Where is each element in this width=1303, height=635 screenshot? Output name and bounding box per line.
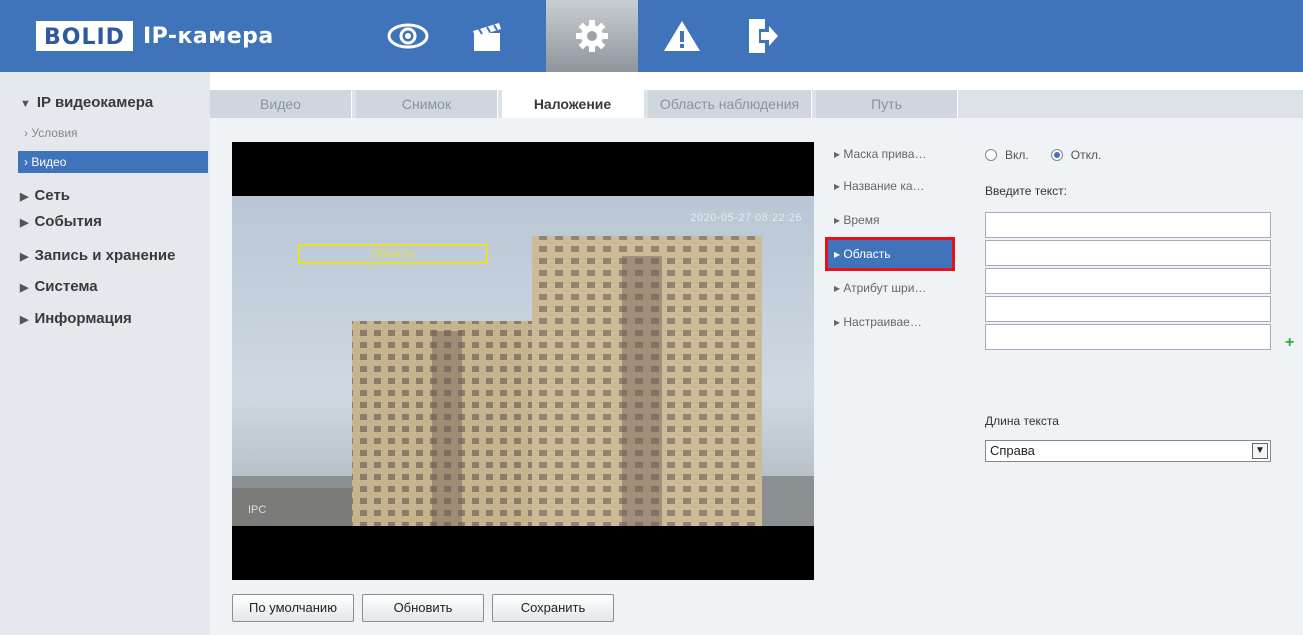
- sidebar-item-events[interactable]: ▶ События: [0, 210, 210, 234]
- sidebar-item-label: Система: [34, 278, 98, 295]
- osd-region-box[interactable]: Область: [298, 244, 488, 264]
- live-view-nav-button[interactable]: [378, 10, 438, 62]
- submenu-label: Настраивае…: [843, 315, 922, 329]
- alarm-icon: [664, 21, 700, 51]
- main-area: Видео Снимок Наложение Область наблюдени…: [210, 72, 1303, 635]
- sidebar-item-label: События: [34, 213, 102, 230]
- expanded-triangle-icon: ▼: [20, 98, 31, 110]
- osd-timestamp: 2020-05-27 08:22:26: [690, 212, 802, 224]
- radio-on[interactable]: [985, 149, 997, 161]
- sidebar-subitem-conditions[interactable]: › Условия: [18, 122, 208, 144]
- sidebar-item-network[interactable]: ▶ Сеть: [0, 184, 210, 208]
- save-button[interactable]: Сохранить: [492, 594, 614, 622]
- chevron-down-icon[interactable]: ▼: [1252, 443, 1268, 459]
- sidebar-subitem-video[interactable]: › Видео: [18, 151, 208, 173]
- logo-brand: BOLID: [36, 21, 133, 51]
- submenu-time[interactable]: ▸ Время: [828, 206, 952, 234]
- video-preview: 2020-05-27 08:22:26 Область IPC: [232, 142, 814, 580]
- collapsed-triangle-icon: ▶: [20, 251, 29, 263]
- radio-off-label: Откл.: [1070, 148, 1102, 162]
- region-settings-panel: Вкл. Откл. Введите текст: + Длина текста…: [955, 118, 1303, 635]
- tab-snapshot[interactable]: Снимок: [356, 90, 498, 118]
- content-panel: 2020-05-27 08:22:26 Область IPC ▸ Маска …: [210, 118, 1303, 635]
- logo: BOLID IP-камера: [36, 20, 274, 52]
- eye-icon: [387, 23, 429, 49]
- radio-on-label: Вкл.: [1005, 148, 1029, 162]
- sidebar-item-label: Сеть: [34, 187, 71, 204]
- submenu-font-attribute[interactable]: ▸ Атрибут шри…: [828, 274, 952, 302]
- text-line-2-input[interactable]: [985, 240, 1271, 266]
- tab-bar: Видео Снимок Наложение Область наблюдени…: [210, 90, 1303, 118]
- submenu-camera-name[interactable]: ▸ Название ка…: [828, 172, 952, 200]
- logout-nav-button[interactable]: [732, 10, 792, 62]
- enter-text-label: Введите текст:: [985, 184, 1067, 198]
- submenu-label: Атрибут шри…: [843, 281, 927, 295]
- collapsed-triangle-icon: ▶: [20, 314, 29, 326]
- camera-scene: 2020-05-27 08:22:26 Область IPC: [232, 196, 814, 526]
- text-line-1-input[interactable]: [985, 212, 1271, 238]
- sidebar-subitem-label: Видео: [31, 155, 67, 169]
- sidebar: ▼ IP видеокамера › Условия › Видео ▶ Сеть …: [0, 72, 210, 635]
- submenu-label: Маска прива…: [843, 147, 927, 161]
- logout-icon: [749, 19, 778, 53]
- playback-nav-button[interactable]: [458, 10, 518, 62]
- collapsed-triangle-icon: ▶: [20, 217, 29, 229]
- sidebar-item-label: Информация: [34, 310, 132, 327]
- add-line-icon[interactable]: +: [1285, 334, 1294, 352]
- tab-path[interactable]: Путь: [816, 90, 958, 118]
- text-line-4-input[interactable]: [985, 296, 1271, 322]
- alarm-nav-button[interactable]: [652, 10, 712, 62]
- submenu-label: Область: [843, 247, 891, 261]
- alignment-select-value: Справа: [990, 443, 1035, 458]
- sidebar-subitem-label: Условия: [31, 126, 78, 140]
- alignment-select[interactable]: Справа ▼: [985, 440, 1271, 462]
- chevron-right-icon: ›: [24, 155, 28, 169]
- sidebar-item-label: IP видеокамера: [36, 94, 154, 111]
- settings-nav-button[interactable]: [546, 0, 638, 72]
- collapsed-triangle-icon: ▶: [20, 191, 29, 203]
- sidebar-item-storage[interactable]: ▶ Запись и хранение: [0, 244, 210, 268]
- tab-overlay[interactable]: Наложение: [502, 90, 644, 118]
- top-header: BOLID IP-камера: [0, 0, 1303, 72]
- submenu-custom[interactable]: ▸ Настраивае…: [828, 308, 952, 336]
- submenu-privacy-mask[interactable]: ▸ Маска прива…: [828, 140, 952, 168]
- sidebar-item-label: Запись и хранение: [34, 247, 176, 264]
- radio-off[interactable]: [1050, 149, 1063, 161]
- default-button[interactable]: По умолчанию: [232, 594, 354, 622]
- submenu-label: Время: [843, 213, 880, 227]
- refresh-button[interactable]: Обновить: [362, 594, 484, 622]
- submenu-label: Название ка…: [843, 179, 925, 193]
- clapperboard-icon: [473, 23, 501, 51]
- sidebar-item-system[interactable]: ▶ Система: [0, 275, 210, 299]
- gear-icon: [576, 20, 608, 52]
- tab-surveillance-area[interactable]: Область наблюдения: [648, 90, 812, 118]
- logo-text: IP-камера: [142, 23, 274, 49]
- collapsed-triangle-icon: ▶: [20, 282, 29, 294]
- text-length-label: Длина текста: [985, 414, 1059, 428]
- osd-channel-label: IPC: [248, 504, 267, 516]
- text-line-5-input[interactable]: [985, 324, 1271, 350]
- sidebar-item-ip-camera[interactable]: ▼ IP видеокамера: [0, 91, 210, 115]
- submenu-region[interactable]: ▸ Область: [825, 237, 955, 271]
- enable-radio-group: Вкл. Откл.: [985, 148, 1101, 162]
- chevron-right-icon: ›: [24, 126, 28, 140]
- sidebar-item-information[interactable]: ▶ Информация: [0, 307, 210, 331]
- tab-video[interactable]: Видео: [210, 90, 352, 118]
- text-line-3-input[interactable]: [985, 268, 1271, 294]
